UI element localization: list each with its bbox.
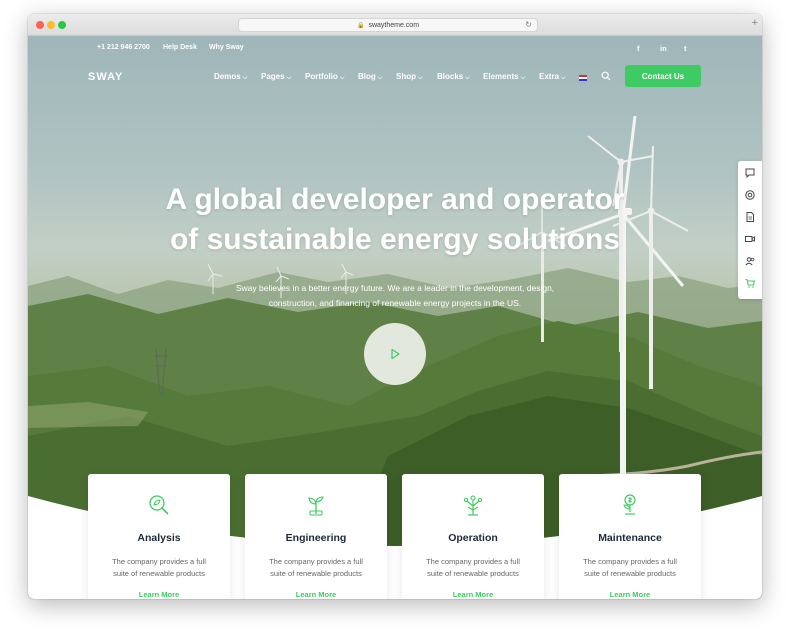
nav-item-elements[interactable]: Elements ⌵	[483, 72, 525, 82]
chevron-down-icon: ⌵	[418, 75, 423, 81]
reload-icon[interactable]: ↻	[525, 20, 532, 29]
hero-title: A global developer and operator of susta…	[128, 180, 662, 260]
learn-more-link[interactable]: Learn More	[245, 590, 387, 599]
card-description: The company provides a full suite of ren…	[583, 557, 677, 578]
phone-link[interactable]: +1 212 946 2700	[97, 44, 150, 51]
learn-more-link[interactable]: Learn More	[559, 590, 701, 599]
document-icon[interactable]	[744, 211, 756, 223]
nav-label: Shop	[396, 72, 416, 81]
nav-item-demos[interactable]: Demos ⌵	[214, 72, 247, 82]
magnifier-leaf-icon	[149, 495, 169, 515]
browser-window: 🔒 swaytheme.com ↻ + +1 212 946 2700 Help…	[28, 14, 762, 599]
facebook-icon[interactable]: f	[637, 44, 640, 53]
card-title: Maintenance	[598, 532, 662, 544]
help-desk-link[interactable]: Help Desk	[163, 44, 197, 51]
twitter-icon[interactable]: t	[684, 44, 687, 53]
card-description: The company provides a full suite of ren…	[426, 557, 520, 578]
site-logo[interactable]: SWAY	[88, 71, 123, 83]
nav-item-pages[interactable]: Pages ⌵	[261, 72, 291, 82]
chevron-down-icon: ⌵	[520, 75, 526, 81]
address-bar[interactable]: 🔒 swaytheme.com ↻	[238, 18, 538, 32]
new-tab-icon[interactable]: +	[752, 17, 758, 29]
hero-title-line-1: A global developer and operator	[165, 183, 625, 216]
learn-more-link[interactable]: Learn More	[402, 590, 544, 599]
browser-titlebar: 🔒 swaytheme.com ↻ +	[28, 14, 762, 36]
nav-item-portfolio[interactable]: Portfolio ⌵	[305, 72, 344, 82]
linkedin-icon[interactable]: in	[660, 44, 667, 53]
service-card-engineering[interactable]: Engineering The company provides a full …	[245, 474, 387, 599]
nav-label: Blocks	[437, 72, 464, 81]
search-icon[interactable]	[601, 71, 611, 81]
chevron-down-icon: ⌵	[286, 75, 292, 81]
us-flag-icon[interactable]	[579, 75, 587, 81]
nav-label: Demos	[214, 72, 241, 81]
nav-label: Blog	[358, 72, 376, 81]
service-card-analysis[interactable]: Analysis The company provides a full sui…	[88, 474, 230, 599]
dollar-plant-icon	[623, 494, 636, 515]
hero-title-line-2: of sustainable energy solutions	[169, 223, 621, 256]
nav-item-shop[interactable]: Shop ⌵	[396, 72, 423, 82]
minimize-window-button[interactable]	[47, 21, 55, 29]
side-toolbar	[738, 161, 762, 299]
card-description: The company provides a full suite of ren…	[112, 557, 206, 578]
service-card-operation[interactable]: Operation The company provides a full su…	[402, 474, 544, 599]
nav-label: Extra	[539, 72, 560, 81]
cart-icon[interactable]	[744, 277, 756, 289]
nav-label: Elements	[483, 72, 519, 81]
nav-label: Pages	[261, 72, 285, 81]
hero-subtitle: Sway believes in a better energy future.…	[235, 283, 555, 308]
card-title: Operation	[448, 532, 498, 544]
plant-plug-icon	[308, 496, 324, 516]
support-icon[interactable]	[744, 189, 756, 201]
card-title: Analysis	[137, 532, 181, 544]
nav-item-blocks[interactable]: Blocks ⌵	[437, 72, 470, 82]
contact-us-button[interactable]: Contact Us	[625, 65, 701, 87]
users-icon[interactable]	[744, 255, 756, 267]
chevron-down-icon: ⌵	[561, 75, 566, 81]
play-icon	[391, 348, 400, 360]
video-icon[interactable]	[744, 233, 756, 245]
chevron-down-icon: ⌵	[377, 75, 383, 81]
nav-item-blog[interactable]: Blog ⌵	[358, 72, 382, 82]
card-description: The company provides a full suite of ren…	[269, 557, 363, 578]
chevron-down-icon: ⌵	[242, 75, 248, 81]
top-info-bar: +1 212 946 2700 Help Desk Why Sway f in …	[28, 44, 762, 58]
nav-label: Portfolio	[305, 72, 338, 81]
card-title: Engineering	[285, 532, 347, 544]
chevron-down-icon: ⌵	[339, 75, 345, 81]
tree-network-icon	[463, 495, 483, 516]
chevron-down-icon: ⌵	[465, 75, 470, 81]
service-card-maintenance[interactable]: Maintenance The company provides a full …	[559, 474, 701, 599]
url-text: swaytheme.com	[368, 21, 420, 29]
hero-section: +1 212 946 2700 Help Desk Why Sway f in …	[28, 36, 762, 599]
maximize-window-button[interactable]	[58, 21, 66, 29]
nav-item-extra[interactable]: Extra ⌵	[539, 72, 566, 82]
play-video-button[interactable]	[364, 323, 426, 385]
learn-more-link[interactable]: Learn More	[88, 590, 230, 599]
lock-icon: 🔒	[356, 22, 365, 29]
why-sway-link[interactable]: Why Sway	[209, 44, 244, 51]
close-window-button[interactable]	[36, 21, 44, 29]
chat-icon[interactable]	[744, 167, 756, 179]
